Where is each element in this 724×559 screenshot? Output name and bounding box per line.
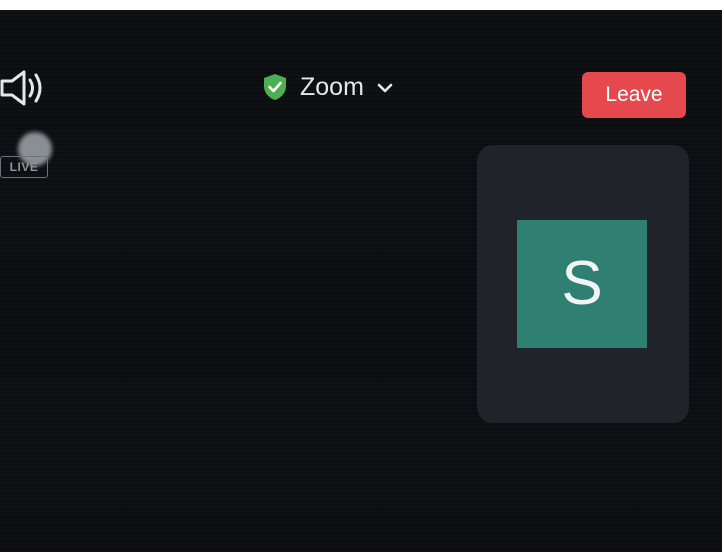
speaker-icon[interactable] xyxy=(0,68,48,108)
self-video-tile[interactable]: S xyxy=(477,145,689,423)
live-indicator: LIVE xyxy=(0,130,56,180)
leave-button[interactable]: Leave xyxy=(582,72,686,118)
meeting-title: Zoom xyxy=(300,73,364,101)
chevron-down-icon xyxy=(377,83,393,93)
live-label: LIVE xyxy=(0,156,48,178)
shield-check-icon xyxy=(264,74,286,100)
meeting-window: LIVE Zoom Leave S xyxy=(0,10,722,552)
meeting-title-dropdown[interactable]: Zoom xyxy=(260,70,394,104)
avatar: S xyxy=(517,220,647,348)
